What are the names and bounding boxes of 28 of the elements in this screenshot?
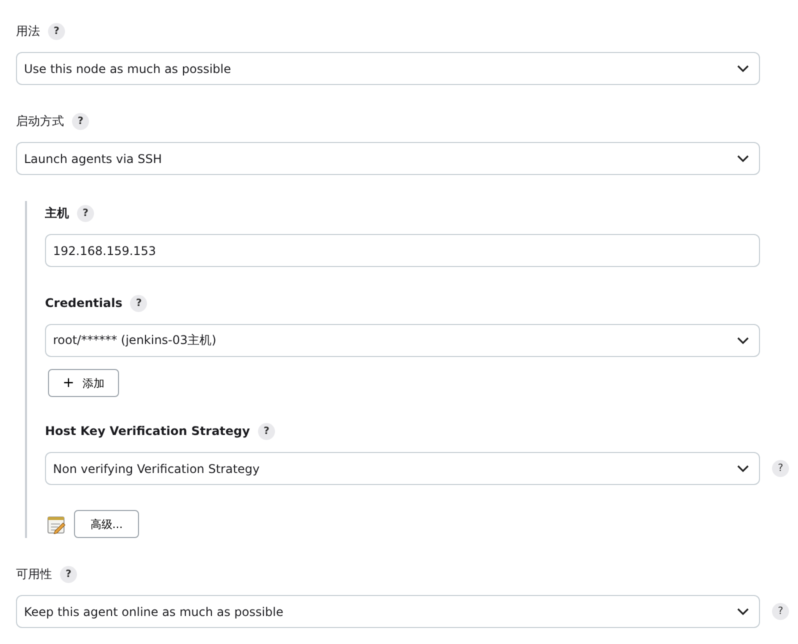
help-button[interactable]: ? (48, 22, 65, 40)
chevron-down-icon (737, 608, 749, 616)
field-label: 主机 (45, 204, 69, 222)
field-label: 可用性 (16, 566, 52, 582)
help-button[interactable]: ? (72, 112, 89, 130)
help-button[interactable]: ? (130, 294, 148, 312)
add-button[interactable]: + 添加 (48, 369, 119, 397)
dropdown-select[interactable]: Keep this agent online as much as possible (16, 595, 760, 628)
field-label: 启动方式 (16, 112, 64, 130)
dropdown-select[interactable]: Launch agents via SSH (16, 142, 760, 175)
field-label: Host Key Verification Strategy (45, 424, 250, 438)
help-button[interactable]: ? (77, 204, 94, 222)
chevron-down-icon (737, 336, 749, 344)
help-button[interactable]: ? (772, 603, 789, 620)
field-label: Credentials (45, 296, 122, 310)
dropdown-select[interactable]: Use this node as much as possible (16, 52, 760, 85)
chevron-down-icon (737, 64, 749, 72)
advanced-button[interactable]: 高级... (74, 510, 139, 538)
dropdown-select[interactable]: root/****** (jenkins-03主机) (45, 324, 760, 357)
help-button[interactable]: ? (258, 422, 275, 440)
dropdown-select[interactable]: Non verifying Verification Strategy (45, 452, 760, 485)
chevron-down-icon (737, 464, 749, 472)
notepad-icon (47, 514, 66, 534)
chevron-down-icon (737, 154, 749, 162)
input-field[interactable]: 192.168.159.153 (45, 234, 760, 267)
help-button[interactable]: ? (60, 566, 77, 582)
field-label: 用法 (16, 22, 40, 40)
help-button[interactable]: ? (772, 460, 789, 477)
